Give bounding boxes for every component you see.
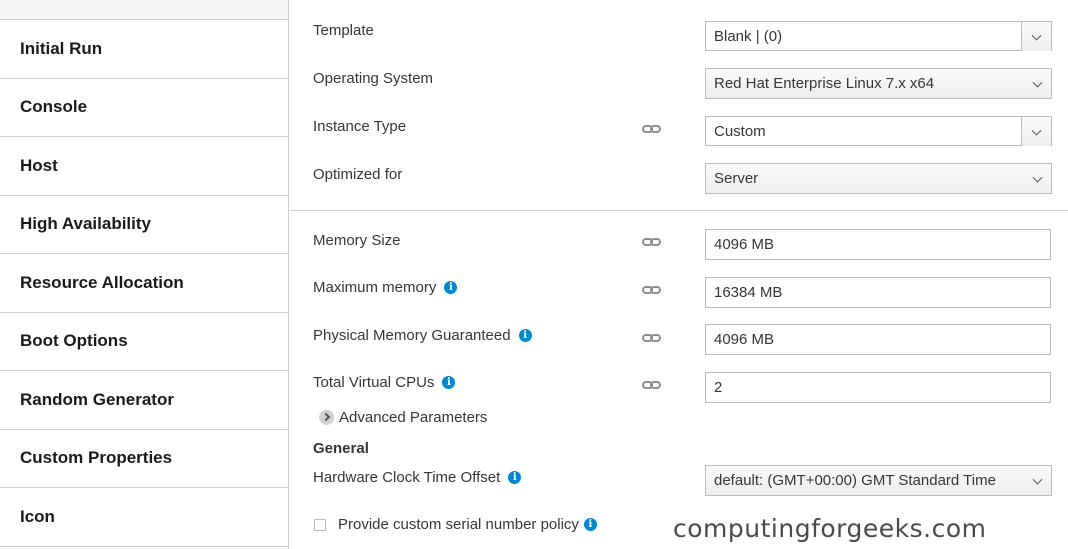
- general-section-title: General: [313, 440, 369, 457]
- serial-policy-label: Provide custom serial number policy: [338, 516, 579, 533]
- template-select[interactable]: Blank | (0): [705, 21, 1052, 51]
- advanced-parameters-toggle[interactable]: Advanced Parameters: [319, 409, 487, 426]
- vcpus-label: Total Virtual CPUs i: [313, 374, 456, 391]
- optimized-for-label: Optimized for: [313, 166, 403, 183]
- info-icon[interactable]: i: [444, 281, 458, 294]
- form-panel: Template Blank | (0) Operating System Re…: [290, 0, 1068, 549]
- link-icon[interactable]: [642, 380, 662, 390]
- info-icon[interactable]: i: [508, 471, 522, 484]
- info-icon[interactable]: i: [583, 518, 597, 531]
- link-icon[interactable]: [642, 285, 662, 295]
- chevron-down-icon: [1032, 474, 1043, 485]
- chevron-right-icon: [319, 410, 334, 425]
- serial-policy-checkbox[interactable]: [314, 518, 326, 531]
- link-icon[interactable]: [642, 333, 662, 343]
- physical-memory-input[interactable]: 4096 MB: [705, 324, 1051, 355]
- template-value: Blank | (0): [714, 27, 783, 45]
- chevron-down-icon: [1031, 125, 1042, 136]
- sidebar-item-console[interactable]: Console: [0, 79, 288, 137]
- sidebar-item-label: Initial Run: [20, 38, 103, 58]
- sidebar-item-high-availability[interactable]: High Availability: [0, 196, 288, 254]
- max-memory-label: Maximum memory i: [313, 279, 458, 296]
- sidebar-item-label: Console: [20, 97, 88, 117]
- sidebar-item-label: Random Generator: [20, 389, 174, 409]
- physical-memory-label: Physical Memory Guaranteed i: [313, 327, 532, 344]
- sidebar-item-label: Resource Allocation: [20, 272, 184, 292]
- sidebar-item-random-generator[interactable]: Random Generator: [0, 371, 288, 430]
- sidebar: Initial Run Console Host High Availabili…: [0, 0, 289, 549]
- vcpus-input[interactable]: 2: [705, 372, 1051, 403]
- chevron-down-icon: [1032, 172, 1043, 183]
- chevron-down-icon: [1032, 77, 1043, 88]
- link-icon[interactable]: [642, 237, 662, 247]
- clock-offset-select[interactable]: default: (GMT+00:00) GMT Standard Time: [705, 465, 1052, 496]
- clock-offset-label: Hardware Clock Time Offset i: [313, 469, 522, 486]
- os-label: Operating System: [313, 70, 434, 87]
- memory-size-input[interactable]: 4096 MB: [705, 229, 1051, 260]
- instance-type-select[interactable]: Custom: [705, 116, 1052, 146]
- sidebar-item-label: Custom Properties: [20, 448, 173, 468]
- sidebar-item-label: Icon: [20, 506, 55, 526]
- sidebar-top-item[interactable]: [0, 0, 288, 20]
- sidebar-item-label: Boot Options: [20, 331, 128, 351]
- max-memory-input[interactable]: 16384 MB: [705, 277, 1051, 308]
- link-icon[interactable]: [642, 124, 662, 134]
- os-select[interactable]: Red Hat Enterprise Linux 7.x x64: [705, 68, 1052, 99]
- section-divider: [290, 210, 1068, 211]
- instance-type-label: Instance Type: [313, 118, 407, 135]
- os-value: Red Hat Enterprise Linux 7.x x64: [714, 75, 935, 92]
- sidebar-item-initial-run[interactable]: Initial Run: [0, 20, 288, 79]
- sidebar-item-boot-options[interactable]: Boot Options: [0, 313, 288, 371]
- info-icon[interactable]: i: [442, 376, 456, 389]
- serial-policy-row: Provide custom serial number policy i: [314, 516, 597, 533]
- sidebar-item-custom-properties[interactable]: Custom Properties: [0, 430, 288, 488]
- sidebar-item-resource-allocation[interactable]: Resource Allocation: [0, 254, 288, 313]
- template-label: Template: [313, 22, 374, 39]
- chevron-down-icon: [1031, 30, 1042, 41]
- info-icon[interactable]: i: [518, 329, 532, 342]
- template-dropdown-button[interactable]: [1021, 22, 1051, 51]
- sidebar-item-label: High Availability: [20, 214, 151, 234]
- sidebar-item-icon[interactable]: Icon: [0, 488, 288, 547]
- instance-type-value: Custom: [714, 122, 766, 140]
- advanced-parameters-label: Advanced Parameters: [339, 409, 488, 426]
- memory-size-label: Memory Size: [313, 232, 401, 249]
- sidebar-item-host[interactable]: Host: [0, 137, 288, 196]
- watermark-text: computingforgeeks.com: [673, 514, 987, 543]
- instance-type-dropdown-button[interactable]: [1021, 117, 1051, 146]
- optimized-for-select[interactable]: Server: [705, 163, 1052, 194]
- sidebar-item-label: Host: [20, 155, 58, 175]
- clock-offset-value: default: (GMT+00:00) GMT Standard Time: [714, 472, 996, 489]
- optimized-for-value: Server: [714, 170, 759, 187]
